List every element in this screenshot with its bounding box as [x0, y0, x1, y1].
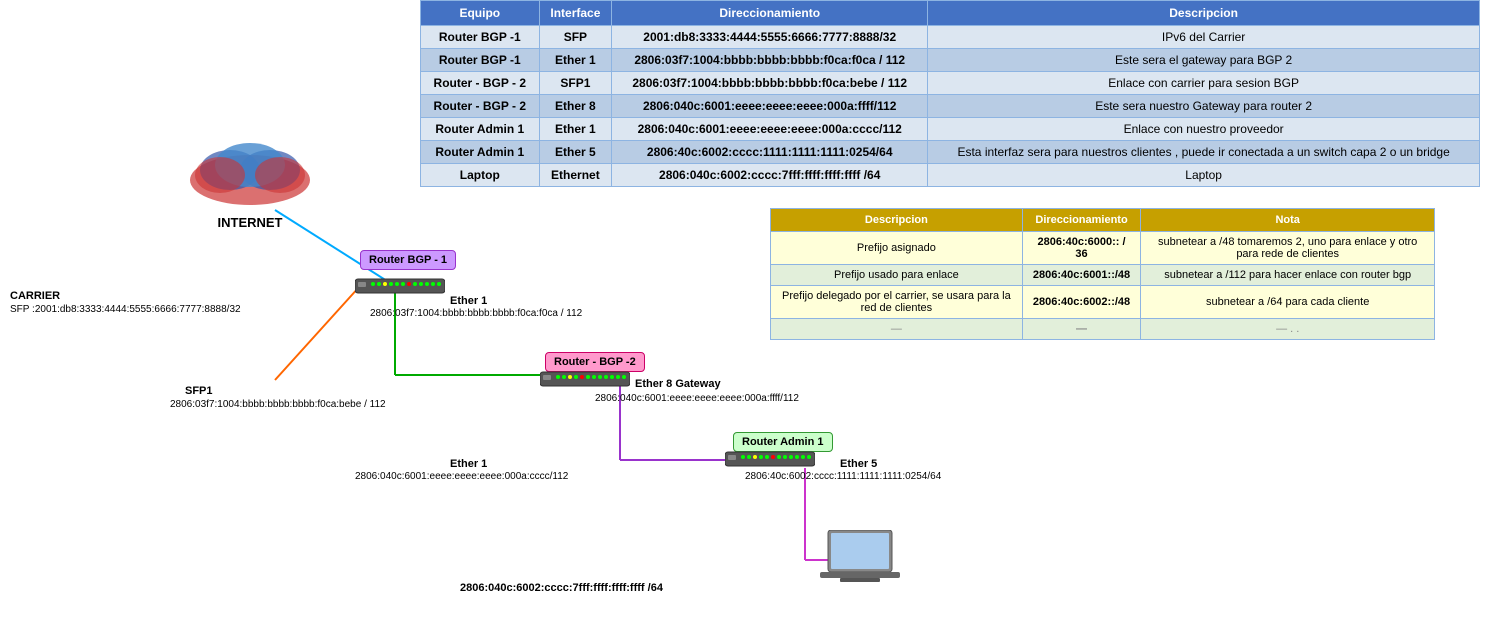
table-row: Router BGP -1Ether 12806:03f7:1004:bbbb:… [421, 49, 1480, 72]
cell-descripcion-2: Enlace con carrier para sesion BGP [928, 72, 1480, 95]
sec-table-row: Prefijo delegado por el carrier, se usar… [771, 286, 1435, 319]
cell-interface-5: Ether 5 [539, 141, 612, 164]
sec-col-nota: Nota [1141, 209, 1435, 232]
internet-cloud: INTERNET [180, 130, 320, 230]
router-bgp1-icon [355, 275, 445, 297]
cell-equipo-0: Router BGP -1 [421, 26, 540, 49]
cell-descripcion-4: Enlace con nuestro proveedor [928, 118, 1480, 141]
sec-col-descripcion: Descripcion [771, 209, 1023, 232]
col-direccionamiento: Direccionamiento [612, 1, 928, 26]
sfp1-label: SFP1 [185, 385, 213, 397]
table-row: Router BGP -1SFP2001:db8:3333:4444:5555:… [421, 26, 1480, 49]
sec-cell-nota-0: subnetear a /48 tomaremos 2, uno para en… [1141, 232, 1435, 265]
sec-col-direccionamiento: Direccionamiento [1022, 209, 1141, 232]
table-row: Router Admin 1Ether 12806:040c:6001:eeee… [421, 118, 1480, 141]
sec-cell-descripcion-3: — [771, 319, 1023, 340]
cell-equipo-4: Router Admin 1 [421, 118, 540, 141]
cell-equipo-3: Router - BGP - 2 [421, 95, 540, 118]
ether1-bgp1-label: Ether 1 [450, 295, 487, 307]
secondary-table-section: Descripcion Direccionamiento Nota Prefij… [770, 208, 1435, 340]
carrier-label: CARRIER [10, 290, 60, 302]
router-admin1-icon [725, 448, 815, 470]
ether8-label: Ether 8 Gateway [635, 378, 721, 390]
cell-descripcion-6: Laptop [928, 164, 1480, 187]
cell-interface-6: Ethernet [539, 164, 612, 187]
laptop-icon [820, 530, 900, 595]
sec-cell-descripcion-2: Prefijo delegado por el carrier, se usar… [771, 286, 1023, 319]
sec-table-row: ——— . . [771, 319, 1435, 340]
sfp1-addr: 2806:03f7:1004:bbbb:bbbb:bbbb:f0ca:bebe … [170, 399, 386, 410]
sec-cell-direccionamiento-2: 2806:40c:6002::/48 [1022, 286, 1141, 319]
ether1-admin1-addr: 2806:040c:6001:eeee:eeee:eeee:000a:cccc/… [355, 471, 568, 482]
cell-equipo-6: Laptop [421, 164, 540, 187]
router-admin1-device [725, 448, 815, 473]
sec-table-row: Prefijo asignado2806:40c:6000:: / 36subn… [771, 232, 1435, 265]
col-equipo: Equipo [421, 1, 540, 26]
cell-direccionamiento-2: 2806:03f7:1004:bbbb:bbbb:bbbb:f0ca:bebe … [612, 72, 928, 95]
sec-cell-direccionamiento-3: — [1022, 319, 1141, 340]
sec-cell-descripcion-1: Prefijo usado para enlace [771, 265, 1023, 286]
carrier-sfp: SFP :2001:db8:3333:4444:5555:6666:7777:8… [10, 304, 241, 315]
sec-cell-nota-1: subnetear a /112 para hacer enlace con r… [1141, 265, 1435, 286]
col-interface: Interface [539, 1, 612, 26]
sec-cell-descripcion-0: Prefijo asignado [771, 232, 1023, 265]
sec-cell-nota-2: subnetear a /64 para cada cliente [1141, 286, 1435, 319]
cell-interface-4: Ether 1 [539, 118, 612, 141]
table-row: Router Admin 1Ether 52806:40c:6002:cccc:… [421, 141, 1480, 164]
cell-direccionamiento-4: 2806:040c:6001:eeee:eeee:eeee:000a:cccc/… [612, 118, 928, 141]
cell-equipo-5: Router Admin 1 [421, 141, 540, 164]
laptop-addr: 2806:040c:6002:cccc:7fff:ffff:ffff:ffff … [460, 582, 663, 594]
router-bgp2-device [540, 368, 630, 393]
cell-direccionamiento-5: 2806:40c:6002:cccc:1111:1111:1111:0254/6… [612, 141, 928, 164]
cell-descripcion-1: Este sera el gateway para BGP 2 [928, 49, 1480, 72]
internet-label: INTERNET [180, 215, 320, 230]
prefix-table: Descripcion Direccionamiento Nota Prefij… [770, 208, 1435, 340]
cell-direccionamiento-1: 2806:03f7:1004:bbbb:bbbb:bbbb:f0ca:f0ca … [612, 49, 928, 72]
cell-interface-0: SFP [539, 26, 612, 49]
cell-equipo-1: Router BGP -1 [421, 49, 540, 72]
cell-direccionamiento-0: 2001:db8:3333:4444:5555:6666:7777:8888/3… [612, 26, 928, 49]
main-table-section: Equipo Interface Direccionamiento Descri… [420, 0, 1480, 187]
router-bgp1-device [355, 275, 445, 300]
table-row: LaptopEthernet2806:040c:6002:cccc:7fff:f… [421, 164, 1480, 187]
ether1-bgp1-addr: 2806:03f7:1004:bbbb:bbbb:bbbb:f0ca:f0ca … [370, 308, 582, 319]
ether5-label: Ether 5 [840, 458, 877, 470]
cell-interface-2: SFP1 [539, 72, 612, 95]
cell-descripcion-5: Esta interfaz sera para nuestros cliente… [928, 141, 1480, 164]
cloud-icon [180, 130, 320, 210]
sec-cell-nota-3: — . . [1141, 319, 1435, 340]
router-bgp1-label: Router BGP - 1 [360, 250, 456, 270]
cell-direccionamiento-3: 2806:040c:6001:eeee:eeee:eeee:000a:ffff/… [612, 95, 928, 118]
cell-interface-3: Ether 8 [539, 95, 612, 118]
cell-interface-1: Ether 1 [539, 49, 612, 72]
router-bgp2-icon [540, 368, 630, 390]
ether8-addr: 2806:040c:6001:eeee:eeee:eeee:000a:ffff/… [595, 393, 799, 404]
laptop-device [820, 530, 900, 598]
sec-cell-direccionamiento-1: 2806:40c:6001::/48 [1022, 265, 1141, 286]
cell-descripcion-0: IPv6 del Carrier [928, 26, 1480, 49]
table-row: Router - BGP - 2Ether 82806:040c:6001:ee… [421, 95, 1480, 118]
routing-table: Equipo Interface Direccionamiento Descri… [420, 0, 1480, 187]
cell-equipo-2: Router - BGP - 2 [421, 72, 540, 95]
sec-cell-direccionamiento-0: 2806:40c:6000:: / 36 [1022, 232, 1141, 265]
ether5-addr: 2806:40c:6002:cccc:1111:1111:1111:0254/6… [745, 471, 941, 482]
cell-direccionamiento-6: 2806:040c:6002:cccc:7fff:ffff:ffff:ffff … [612, 164, 928, 187]
col-descripcion: Descripcion [928, 1, 1480, 26]
ether1-admin1-label: Ether 1 [450, 458, 487, 470]
table-row: Router - BGP - 2SFP12806:03f7:1004:bbbb:… [421, 72, 1480, 95]
sec-table-row: Prefijo usado para enlace2806:40c:6001::… [771, 265, 1435, 286]
cell-descripcion-3: Este sera nuestro Gateway para router 2 [928, 95, 1480, 118]
